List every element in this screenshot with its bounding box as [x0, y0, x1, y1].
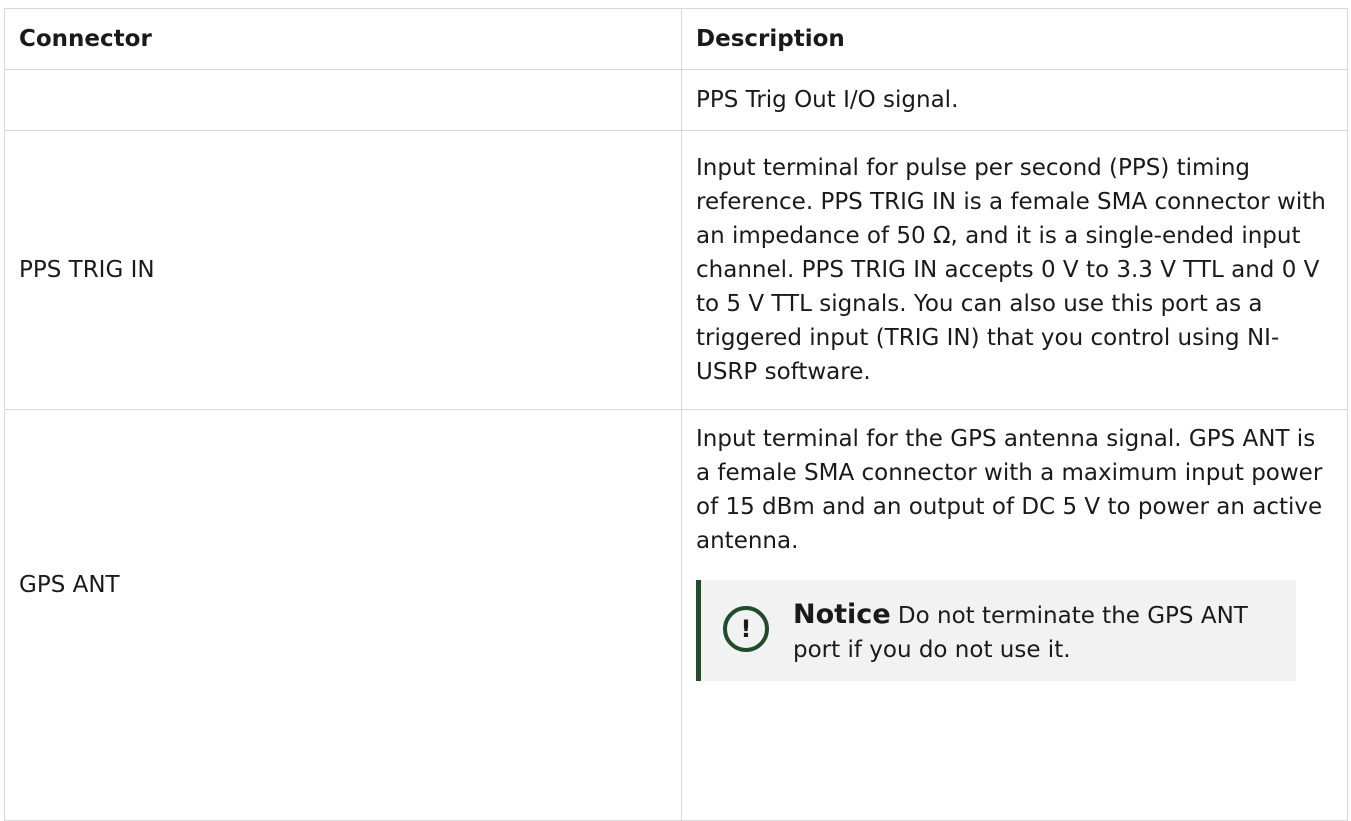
table-row: PPS Trig Out I/O signal.	[4, 69, 1348, 131]
document-page: Connector Description PPS Trig Out I/O s…	[0, 0, 1351, 821]
notice-callout: ! Notice Do not terminate the GPS ANT po…	[696, 580, 1296, 681]
description-cell-with-notice: Input terminal for the GPS antenna signa…	[681, 409, 1348, 821]
connector-table: Connector Description PPS Trig Out I/O s…	[4, 8, 1348, 821]
description-cell: PPS Trig Out I/O signal.	[681, 69, 1348, 131]
connector-cell	[4, 69, 682, 131]
header-connector: Connector	[4, 8, 682, 70]
description-text: Input terminal for the GPS antenna signa…	[696, 426, 1323, 554]
header-description: Description	[681, 8, 1348, 70]
table-row: GPS ANT Input terminal for the GPS anten…	[4, 409, 1348, 821]
exclamation-icon: !	[723, 606, 769, 652]
connector-cell: GPS ANT	[4, 409, 682, 821]
notice-content: Notice Do not terminate the GPS ANT port…	[793, 598, 1282, 667]
description-cell: Input terminal for pulse per second (PPS…	[681, 130, 1348, 410]
connector-cell: PPS TRIG IN	[4, 130, 682, 410]
notice-label: Notice	[793, 599, 891, 630]
table-header-row: Connector Description	[4, 8, 1348, 70]
table-row: PPS TRIG IN Input terminal for pulse per…	[4, 130, 1348, 410]
